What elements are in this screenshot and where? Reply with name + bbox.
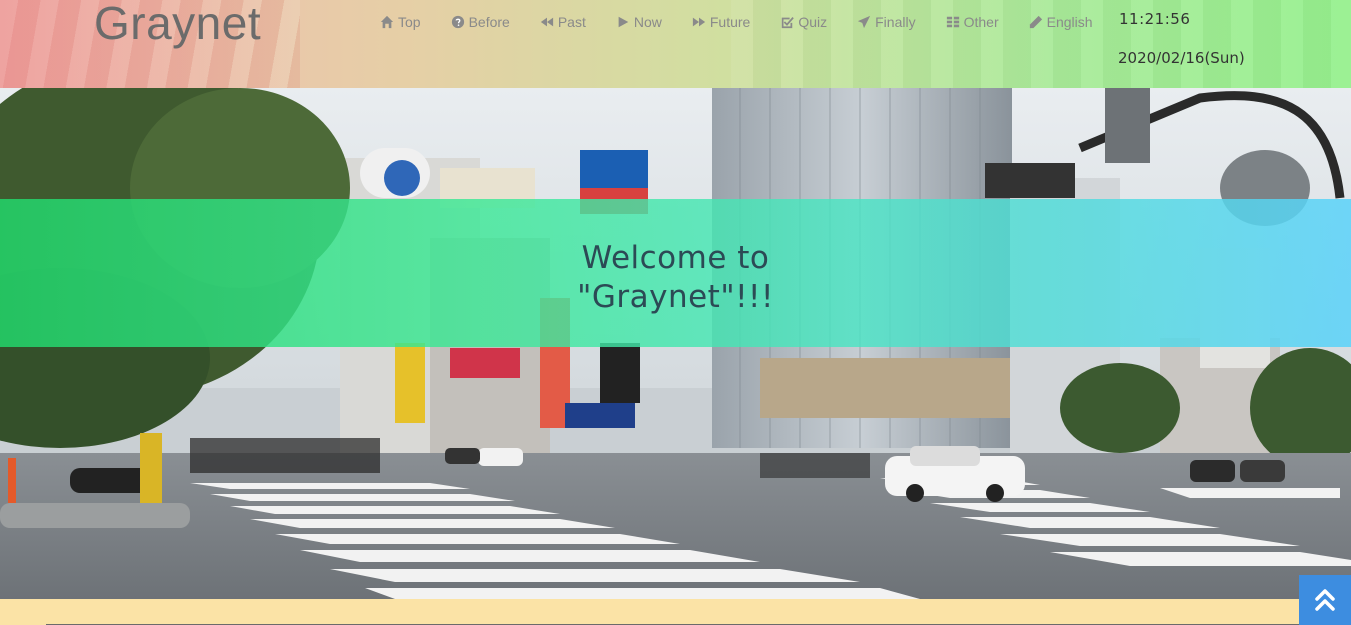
footer-strip: [0, 599, 1351, 625]
forward-icon: [692, 17, 705, 27]
nav-item-label: Other: [963, 14, 999, 30]
current-time: 11:21:56: [1119, 10, 1191, 28]
nav-item-top[interactable]: Top: [380, 14, 421, 30]
welcome-heading: Welcome to "Graynet"!!!: [0, 239, 1351, 317]
nav-item-past[interactable]: Past: [540, 14, 586, 30]
nav-item-label: Future: [709, 14, 751, 30]
site-logo[interactable]: Graynet: [94, 0, 261, 50]
hero-section: Welcome to "Graynet"!!!: [0, 88, 1351, 599]
welcome-line-2: "Graynet"!!!: [577, 279, 774, 315]
pencil-icon: [1029, 15, 1042, 29]
checkbox-icon: [782, 17, 795, 29]
nav-item-label: Before: [468, 14, 510, 30]
home-icon: [380, 15, 394, 29]
scroll-to-top-button[interactable]: [1299, 575, 1351, 625]
nav-item-label: Top: [398, 14, 421, 30]
nav-item-future[interactable]: Future: [692, 14, 750, 30]
nav-item-label: Past: [557, 14, 586, 30]
page: Graynet Top Before Past Now Future Quiz …: [0, 0, 1351, 625]
nav-item-label: Now: [633, 14, 662, 30]
grid-icon: [946, 16, 959, 28]
nav-item-finally[interactable]: Finally: [857, 14, 916, 30]
double-chevron-up-icon: [1315, 589, 1335, 611]
nav-item-label: Quiz: [798, 14, 828, 30]
main-nav: Top Before Past Now Future Quiz Finally …: [380, 14, 1093, 30]
nav-item-now[interactable]: Now: [616, 14, 662, 30]
play-icon: [618, 16, 629, 28]
send-icon: [858, 15, 871, 29]
nav-item-label: Finally: [875, 14, 916, 30]
welcome-line-1: Welcome to: [581, 240, 770, 276]
nav-item-quiz[interactable]: Quiz: [780, 14, 827, 30]
current-date: 2020/02/16(Sun): [1118, 49, 1245, 67]
site-header: Graynet Top Before Past Now Future Quiz …: [0, 0, 1351, 88]
nav-item-english[interactable]: English: [1029, 14, 1093, 30]
welcome-banner: Welcome to "Graynet"!!!: [0, 199, 1351, 347]
backward-icon: [540, 17, 553, 27]
nav-item-other[interactable]: Other: [946, 14, 999, 30]
question-circle-icon: [451, 15, 464, 29]
nav-item-before[interactable]: Before: [451, 14, 510, 30]
nav-item-label: English: [1046, 14, 1093, 30]
